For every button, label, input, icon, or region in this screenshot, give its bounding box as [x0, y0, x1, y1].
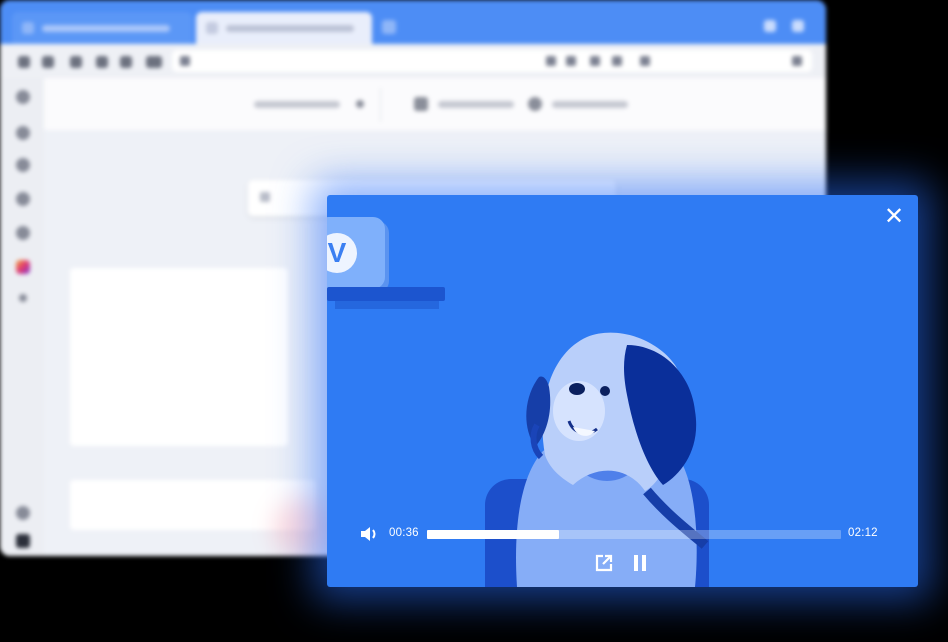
calendar-panel-icon[interactable] — [16, 226, 30, 240]
header-divider — [380, 88, 381, 122]
shield-icon[interactable] — [612, 56, 622, 66]
url-field[interactable] — [172, 50, 812, 72]
volume-icon[interactable] — [359, 524, 381, 544]
user-icon[interactable] — [414, 97, 428, 111]
header-menu[interactable] — [254, 101, 340, 108]
downloads-panel-icon[interactable] — [16, 126, 30, 140]
progress-fill — [427, 530, 560, 539]
settings-icon[interactable] — [16, 506, 30, 520]
tab-favicon — [206, 22, 218, 34]
instagram-panel-icon[interactable] — [16, 260, 30, 274]
reader-icon[interactable] — [546, 56, 556, 66]
shelf — [327, 287, 445, 301]
chevron-down-icon[interactable] — [356, 100, 364, 108]
open-external-icon[interactable] — [594, 553, 614, 573]
tab-favicon — [22, 22, 34, 34]
player-controls: 00:36 02:12 — [327, 521, 918, 587]
history-panel-icon[interactable] — [16, 158, 30, 172]
extension-icon[interactable] — [566, 56, 576, 66]
close-icon[interactable]: ✕ — [883, 205, 905, 229]
duration: 02:12 — [848, 527, 878, 539]
page-header — [44, 78, 826, 130]
dropdown-icon[interactable] — [792, 56, 802, 66]
video-player[interactable]: V ✕ 00:36 02:12 — [327, 195, 918, 587]
downloads-icon[interactable] — [590, 56, 600, 66]
tab-inactive[interactable] — [12, 12, 192, 44]
globe-icon[interactable] — [528, 97, 542, 111]
tab-active[interactable] — [196, 12, 372, 44]
header-link[interactable] — [552, 101, 628, 108]
header-link[interactable] — [438, 101, 514, 108]
content-card[interactable] — [70, 268, 288, 446]
tab-title — [42, 25, 170, 32]
new-tab-icon[interactable] — [382, 20, 396, 34]
side-panel — [0, 78, 44, 556]
current-time: 00:36 — [389, 527, 419, 539]
add-panel-icon[interactable] — [19, 294, 27, 302]
pause-icon[interactable] — [630, 553, 650, 573]
tab-title — [226, 25, 354, 32]
window-menu-icon[interactable] — [764, 20, 776, 32]
decorative-glow — [274, 498, 334, 556]
rewind-icon[interactable] — [70, 56, 82, 68]
panel-toggle-icon[interactable] — [16, 534, 30, 548]
vivaldi-logo-icon: V — [327, 233, 357, 273]
progress-bar[interactable] — [427, 530, 841, 539]
shelf-shadow — [335, 301, 439, 309]
tab-bar — [0, 0, 826, 44]
notes-panel-icon[interactable] — [16, 192, 30, 206]
site-info-icon[interactable] — [180, 56, 190, 66]
logo-block: V — [327, 217, 385, 289]
close-window-icon[interactable] — [792, 20, 804, 32]
address-bar — [0, 44, 826, 78]
search-icon — [260, 192, 270, 202]
home-icon[interactable] — [120, 56, 132, 68]
bookmark-icon[interactable] — [146, 56, 162, 68]
bookmarks-panel-icon[interactable] — [16, 90, 30, 104]
reload-icon[interactable] — [96, 56, 108, 68]
back-icon[interactable] — [18, 56, 30, 68]
search-engine-icon[interactable] — [640, 56, 650, 66]
forward-icon[interactable] — [42, 56, 54, 68]
